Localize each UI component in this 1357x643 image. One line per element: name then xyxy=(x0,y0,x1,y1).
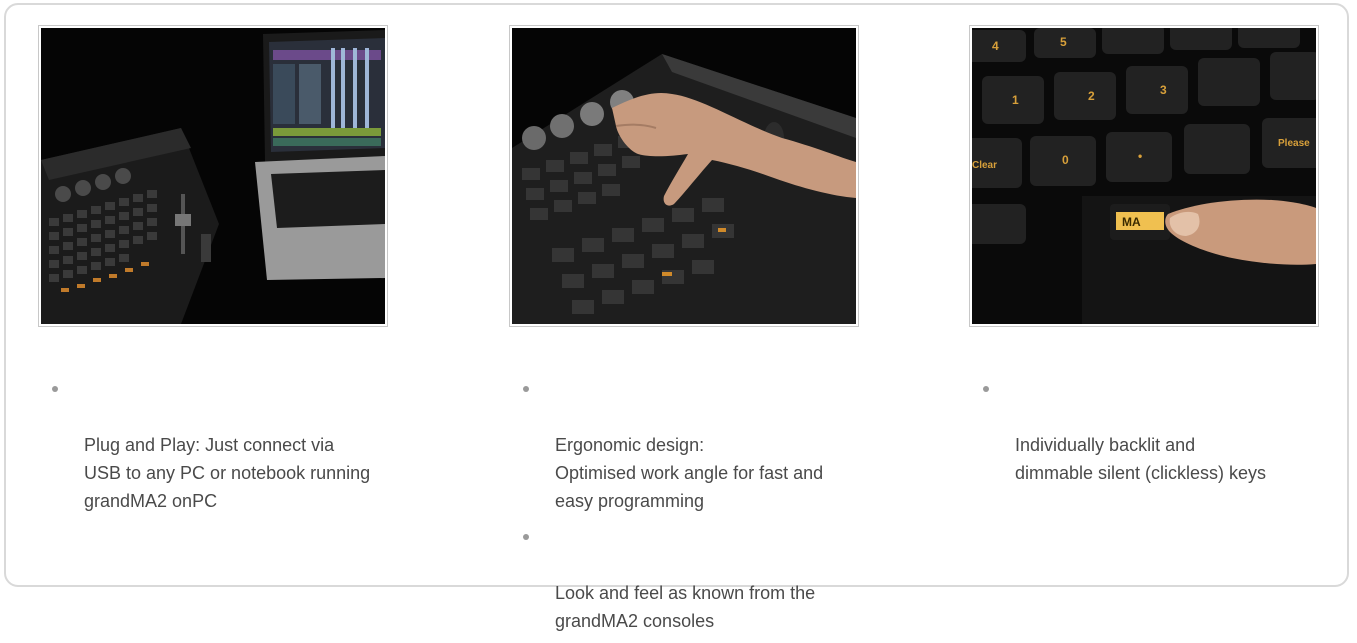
bullet-item: Plug and Play: Just connect via USB to a… xyxy=(48,375,418,515)
bullet-dot xyxy=(523,534,529,540)
key-label-3: 3 xyxy=(1160,83,1167,97)
key-label-please: Please xyxy=(1278,138,1310,149)
console-laptop-image xyxy=(41,28,385,324)
bullet-text: Ergonomic design: Optimised work angle f… xyxy=(555,435,824,511)
bullet-item: Individually backlit and dimmable silent… xyxy=(979,375,1329,487)
bullet-list-ergonomic: Ergonomic design: Optimised work angle f… xyxy=(519,375,889,643)
bullet-text: Look and feel as known from the grandMA2… xyxy=(555,583,816,631)
bullet-dot xyxy=(523,386,529,392)
key-label-clear: Clear xyxy=(972,160,997,171)
bullet-item: Ergonomic design: Optimised work angle f… xyxy=(519,375,889,515)
bullet-list-keys: Individually backlit and dimmable silent… xyxy=(979,375,1329,495)
backlit-keys-image: 4 5 1 2 3 0 • Clear Please MA xyxy=(972,28,1316,324)
hand-console-image xyxy=(512,28,856,324)
key-label-0: 0 xyxy=(1062,153,1069,167)
key-label-4: 4 xyxy=(992,39,999,53)
feature-column-ergonomic: Ergonomic design: Optimised work angle f… xyxy=(509,5,889,631)
key-label-ma: MA xyxy=(1122,215,1141,229)
bullet-dot xyxy=(52,386,58,392)
feature-column-onpc: Plug and Play: Just connect via USB to a… xyxy=(38,5,418,585)
photo-backlit-keys: 4 5 1 2 3 0 • Clear Please MA xyxy=(969,25,1319,327)
photo-hand-on-console xyxy=(509,25,859,327)
photo-console-with-laptop xyxy=(38,25,388,327)
bullet-text: Individually backlit and dimmable silent… xyxy=(1015,435,1267,483)
bullet-text: Plug and Play: Just connect via USB to a… xyxy=(84,435,371,511)
feature-column-keys: 4 5 1 2 3 0 • Clear Please MA Individual… xyxy=(969,5,1339,585)
key-label-5: 5 xyxy=(1060,35,1067,49)
bullet-dot xyxy=(983,386,989,392)
bullet-item: Look and feel as known from the grandMA2… xyxy=(519,523,889,635)
feature-panel: Plug and Play: Just connect via USB to a… xyxy=(4,3,1349,631)
bullet-list-onpc: Plug and Play: Just connect via USB to a… xyxy=(48,375,418,523)
key-label-2: 2 xyxy=(1088,89,1095,103)
key-label-dot: • xyxy=(1138,149,1142,163)
key-label-1: 1 xyxy=(1012,93,1019,107)
